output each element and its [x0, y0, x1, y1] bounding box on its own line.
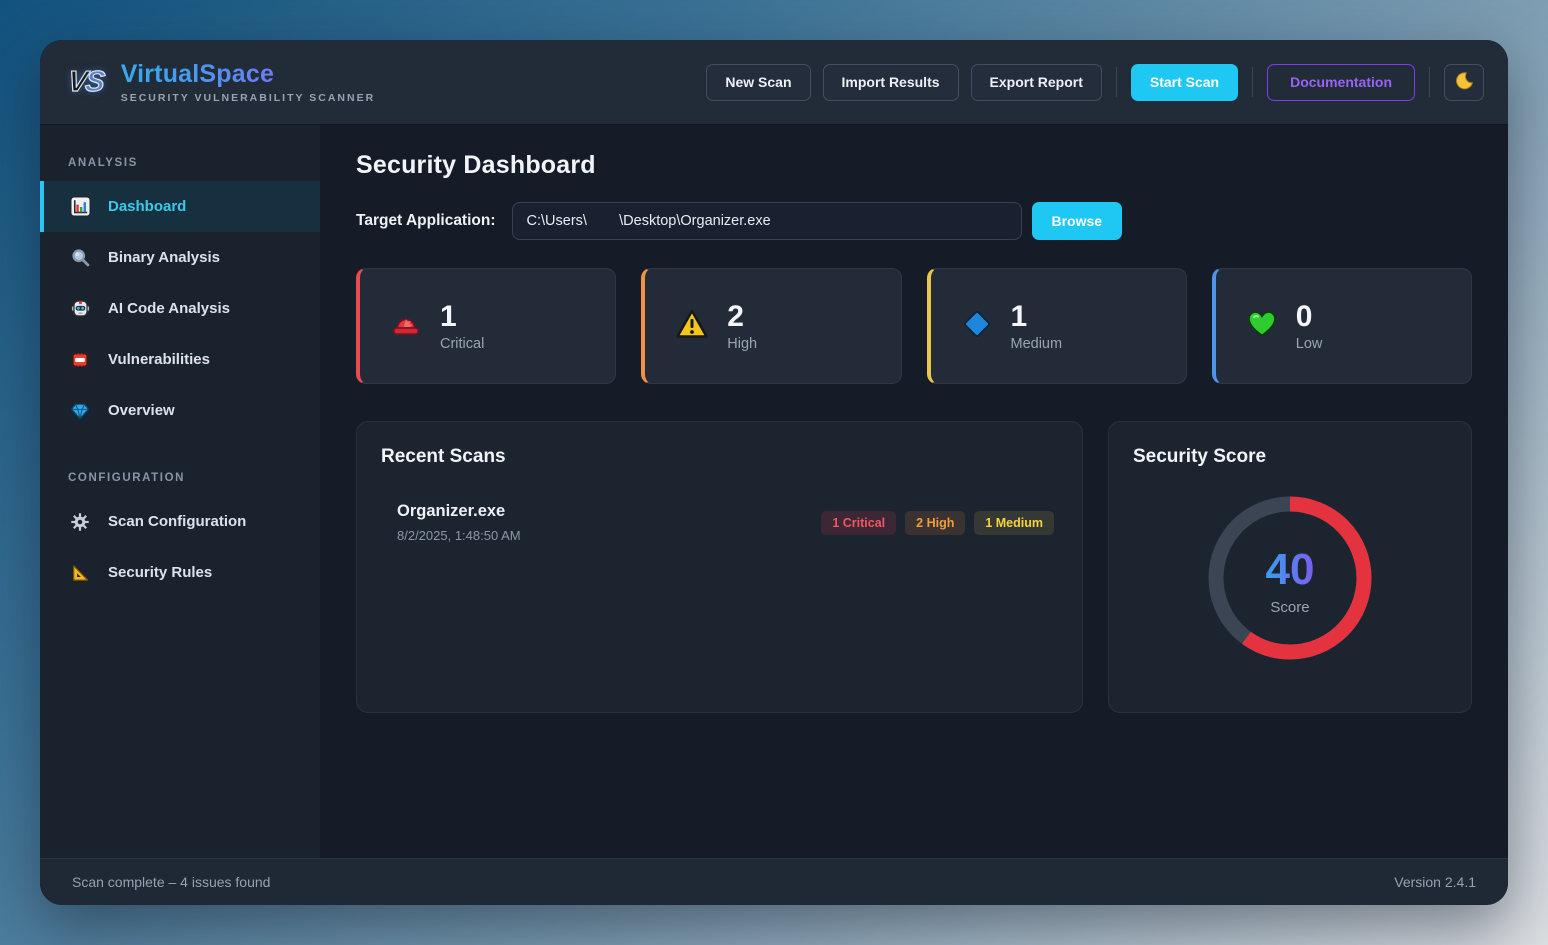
- header-divider: [1116, 67, 1117, 97]
- badge-critical: 1 Critical: [821, 511, 896, 535]
- sidebar-item-label: AI Code Analysis: [108, 300, 230, 317]
- import-results-button[interactable]: Import Results: [823, 64, 959, 101]
- gear-icon: [68, 512, 92, 532]
- page-title: Security Dashboard: [356, 151, 1472, 180]
- start-scan-button[interactable]: Start Scan: [1131, 64, 1238, 101]
- sidebar-item-binary-analysis[interactable]: Binary Analysis: [40, 232, 320, 283]
- magnifier-icon: [68, 247, 92, 268]
- scan-status-text: Scan complete – 4 issues found: [72, 874, 270, 890]
- app-title: VirtualSpace: [121, 60, 375, 89]
- badge-high: 2 High: [905, 511, 965, 535]
- security-score-title: Security Score: [1133, 446, 1447, 468]
- scan-timestamp: 8/2/2025, 1:48:50 AM: [397, 528, 521, 543]
- export-report-button[interactable]: Export Report: [971, 64, 1102, 101]
- app-logo: VS: [66, 66, 104, 99]
- version-text: Version 2.4.1: [1394, 874, 1476, 890]
- stat-label-low: Low: [1296, 336, 1323, 352]
- scan-name: Organizer.exe: [397, 502, 521, 521]
- scan-list-item[interactable]: Organizer.exe 8/2/2025, 1:48:50 AM 1 Cri…: [381, 496, 1058, 549]
- stat-value-high: 2: [727, 300, 757, 333]
- stats-grid: 1 Critical 2 High: [356, 268, 1472, 384]
- sidebar-section-configuration: CONFIGURATION: [40, 450, 320, 496]
- sidebar-item-label: Binary Analysis: [108, 249, 220, 266]
- target-application-label: Target Application:: [356, 212, 496, 230]
- warning-triangle-icon: [675, 308, 709, 345]
- sidebar-item-label: Vulnerabilities: [108, 351, 210, 368]
- badge-medium: 1 Medium: [974, 511, 1054, 535]
- header-divider: [1252, 67, 1253, 97]
- stat-value-low: 0: [1296, 300, 1323, 333]
- security-score-caption: Score: [1270, 599, 1309, 616]
- stat-card-high: 2 High: [641, 268, 901, 384]
- sidebar-item-label: Overview: [108, 402, 175, 419]
- sidebar-item-label: Dashboard: [108, 198, 186, 215]
- new-scan-button[interactable]: New Scan: [706, 64, 810, 101]
- bar-chart-icon: [68, 196, 92, 217]
- sidebar-item-scan-configuration[interactable]: Scan Configuration: [40, 496, 320, 547]
- sidebar-item-vulnerabilities[interactable]: Vulnerabilities: [40, 334, 320, 385]
- scan-badges: 1 Critical 2 High 1 Medium: [821, 511, 1054, 535]
- green-heart-icon: [1246, 308, 1278, 345]
- stat-value-medium: 1: [1011, 300, 1063, 333]
- main-content: Security Dashboard Target Application: B…: [320, 125, 1508, 858]
- sidebar: ANALYSIS Dashboard Binary Analysis AI Co…: [40, 125, 320, 858]
- sidebar-item-security-rules[interactable]: Security Rules: [40, 547, 320, 598]
- security-score-gauge: 40 Score: [1202, 490, 1378, 671]
- stat-value-critical: 1: [440, 300, 484, 333]
- stat-label-high: High: [727, 336, 757, 352]
- app-window: VS VirtualSpace SECURITY VULNERABILITY S…: [40, 40, 1508, 905]
- stat-label-critical: Critical: [440, 336, 484, 352]
- security-score-value: 40: [1266, 545, 1315, 595]
- sidebar-section-analysis: ANALYSIS: [40, 135, 320, 181]
- theme-toggle-button[interactable]: [1444, 64, 1484, 101]
- blue-gem-icon: [68, 401, 92, 421]
- target-application-row: Target Application: Browse: [356, 202, 1472, 240]
- recent-scans-title: Recent Scans: [381, 446, 1058, 468]
- recent-scans-panel: Recent Scans Organizer.exe 8/2/2025, 1:4…: [356, 421, 1083, 713]
- header: VS VirtualSpace SECURITY VULNERABILITY S…: [40, 40, 1508, 125]
- sidebar-item-dashboard[interactable]: Dashboard: [40, 181, 320, 232]
- security-score-panel: Security Score 40 Score: [1108, 421, 1472, 713]
- sidebar-item-ai-code-analysis[interactable]: AI Code Analysis: [40, 283, 320, 334]
- status-bar: Scan complete – 4 issues found Version 2…: [40, 858, 1508, 905]
- crescent-moon-icon: [1455, 71, 1474, 93]
- target-path-input[interactable]: [512, 202, 1022, 240]
- brand: VirtualSpace SECURITY VULNERABILITY SCAN…: [121, 60, 375, 104]
- triangle-ruler-icon: [68, 563, 92, 583]
- sidebar-item-overview[interactable]: Overview: [40, 385, 320, 436]
- red-badge-icon: [68, 350, 92, 370]
- stat-card-low: 0 Low: [1212, 268, 1472, 384]
- sidebar-item-label: Security Rules: [108, 564, 212, 581]
- app-subtitle: SECURITY VULNERABILITY SCANNER: [121, 92, 375, 104]
- siren-icon: [390, 308, 422, 345]
- documentation-button[interactable]: Documentation: [1267, 64, 1415, 101]
- stat-card-medium: 1 Medium: [927, 268, 1187, 384]
- browse-button[interactable]: Browse: [1032, 202, 1123, 240]
- stat-label-medium: Medium: [1011, 336, 1063, 352]
- header-divider: [1429, 67, 1430, 97]
- stat-card-critical: 1 Critical: [356, 268, 616, 384]
- sidebar-item-label: Scan Configuration: [108, 513, 246, 530]
- robot-icon: [68, 298, 92, 319]
- blue-diamond-icon: [961, 308, 993, 345]
